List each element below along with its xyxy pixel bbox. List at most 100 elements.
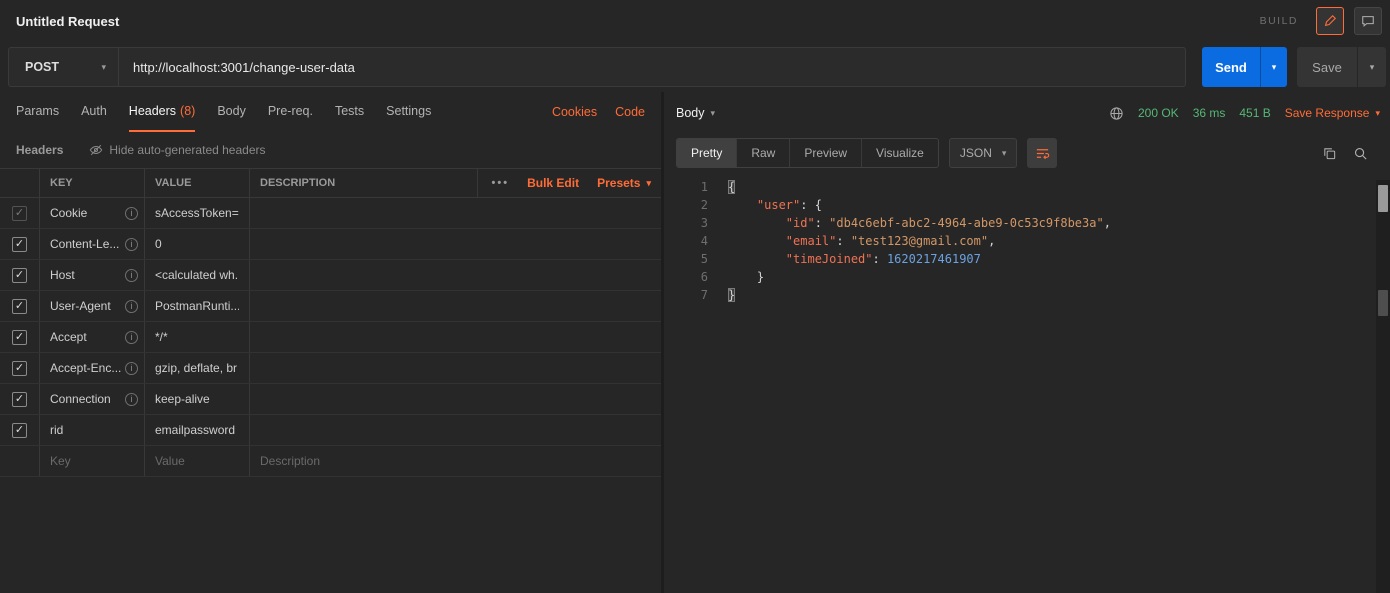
tab-visualize[interactable]: Visualize xyxy=(861,139,938,167)
comments-button[interactable] xyxy=(1354,7,1382,35)
headers-section-bar: Headers Hide auto-generated headers xyxy=(0,132,661,168)
value-cell[interactable]: <calculated wh... xyxy=(145,260,250,290)
presets-dropdown[interactable]: Presets xyxy=(597,176,651,190)
key-cell[interactable]: User-Agent i xyxy=(40,291,145,321)
tab-pretty[interactable]: Pretty xyxy=(677,139,736,167)
title-bar: Untitled Request BUILD xyxy=(0,0,1390,42)
key-cell[interactable]: rid xyxy=(40,415,145,445)
description-cell[interactable] xyxy=(250,260,661,290)
column-value: VALUE xyxy=(145,169,250,197)
save-response-dropdown[interactable]: Save Response xyxy=(1285,106,1380,120)
request-url-bar: POST Send Save xyxy=(0,42,1390,92)
key-cell[interactable]: Cookie i xyxy=(40,198,145,228)
format-dropdown[interactable]: JSON xyxy=(949,138,1018,168)
tab-preview[interactable]: Preview xyxy=(789,139,861,167)
send-button[interactable]: Send xyxy=(1202,47,1260,87)
value-cell[interactable]: 0 xyxy=(145,229,250,259)
key-cell[interactable]: Content-Le... i xyxy=(40,229,145,259)
tab-raw[interactable]: Raw xyxy=(736,139,789,167)
response-size: 451 B xyxy=(1239,106,1270,120)
key-cell[interactable]: Accept i xyxy=(40,322,145,352)
code-link[interactable]: Code xyxy=(615,105,645,119)
row-checkbox[interactable] xyxy=(12,206,27,221)
header-key: rid xyxy=(50,423,63,437)
row-checkbox[interactable] xyxy=(12,299,27,314)
tab-body[interactable]: Body xyxy=(217,92,246,132)
value-cell[interactable]: gzip, deflate, br xyxy=(145,353,250,383)
value-input[interactable]: Value xyxy=(145,446,250,476)
response-body-dropdown[interactable]: Body xyxy=(676,106,715,120)
line-number: 6 xyxy=(664,268,708,286)
description-cell[interactable] xyxy=(250,353,661,383)
description-cell[interactable] xyxy=(250,415,661,445)
wrap-lines-button[interactable] xyxy=(1027,138,1057,168)
tab-auth[interactable]: Auth xyxy=(81,92,107,132)
send-split-button: Send xyxy=(1202,47,1287,87)
scrollbar-marker[interactable] xyxy=(1378,290,1388,316)
more-options-icon[interactable]: ••• xyxy=(492,177,510,189)
value-cell[interactable]: */* xyxy=(145,322,250,352)
response-panel: Body 200 OK 36 ms 451 B Save Response xyxy=(664,92,1390,593)
key-cell[interactable]: Host i xyxy=(40,260,145,290)
method-select[interactable]: POST xyxy=(9,48,119,86)
copy-icon[interactable] xyxy=(1322,146,1337,161)
header-value: sAccessToken=... xyxy=(155,206,239,220)
description-cell[interactable] xyxy=(250,322,661,352)
value-cell[interactable]: keep-alive xyxy=(145,384,250,414)
response-body-editor[interactable]: 1 { 2 "user": { 3 "id": "db4c6ebf-abc2-4… xyxy=(664,172,1390,593)
code-line: 4 "email": "test123@gmail.com", xyxy=(664,232,1390,250)
description-cell[interactable] xyxy=(250,229,661,259)
row-checkbox[interactable] xyxy=(12,237,27,252)
row-checkbox[interactable] xyxy=(12,268,27,283)
bulk-edit-link[interactable]: Bulk Edit xyxy=(527,176,579,190)
header-value: PostmanRunti... xyxy=(155,299,239,313)
chevron-down-icon xyxy=(101,63,106,72)
save-button[interactable]: Save xyxy=(1297,47,1357,87)
vertical-scrollbar[interactable] xyxy=(1376,180,1390,593)
tab-headers[interactable]: Headers (8) xyxy=(129,92,196,132)
row-checkbox[interactable] xyxy=(12,361,27,376)
scrollbar-thumb[interactable] xyxy=(1378,185,1388,212)
search-icon[interactable] xyxy=(1353,146,1368,161)
tab-settings[interactable]: Settings xyxy=(386,92,431,132)
response-tools xyxy=(1322,146,1380,161)
code-token: } xyxy=(728,288,735,302)
status-badge: 200 OK xyxy=(1138,106,1179,120)
eye-off-icon xyxy=(89,143,103,157)
value-cell[interactable]: PostmanRunti... xyxy=(145,291,250,321)
description-cell[interactable] xyxy=(250,384,661,414)
value-cell[interactable]: emailpassword xyxy=(145,415,250,445)
description-cell[interactable] xyxy=(250,198,661,228)
view-mode-segment: Pretty Raw Preview Visualize xyxy=(676,138,939,168)
tab-params[interactable]: Params xyxy=(16,92,59,132)
response-view-bar: Pretty Raw Preview Visualize JSON xyxy=(664,134,1390,172)
info-icon: i xyxy=(125,362,138,375)
save-split-button: Save xyxy=(1297,47,1386,87)
send-options-button[interactable] xyxy=(1260,47,1287,87)
row-checkbox[interactable] xyxy=(12,392,27,407)
save-options-button[interactable] xyxy=(1357,47,1386,87)
description-cell[interactable] xyxy=(250,291,661,321)
code-line: 5 "timeJoined": 1620217461907 xyxy=(664,250,1390,268)
row-checkbox[interactable] xyxy=(12,330,27,345)
key-cell[interactable]: Connection i xyxy=(40,384,145,414)
url-input[interactable] xyxy=(119,48,1185,86)
key-input[interactable]: Key xyxy=(40,446,145,476)
info-icon: i xyxy=(125,207,138,220)
edit-button[interactable] xyxy=(1316,7,1344,35)
description-input[interactable]: Description xyxy=(250,446,661,476)
code-token: "id" xyxy=(786,216,815,230)
cookies-link[interactable]: Cookies xyxy=(552,105,597,119)
network-icon[interactable] xyxy=(1109,106,1124,121)
key-cell[interactable]: Accept-Enc... i xyxy=(40,353,145,383)
code-line: 1 { xyxy=(664,178,1390,196)
tab-pre-request[interactable]: Pre-req. xyxy=(268,92,313,132)
tab-tests[interactable]: Tests xyxy=(335,92,364,132)
value-cell[interactable]: sAccessToken=... xyxy=(145,198,250,228)
info-icon: i xyxy=(125,238,138,251)
hide-autogenerated-toggle[interactable]: Hide auto-generated headers xyxy=(89,143,265,157)
header-value: */* xyxy=(155,330,168,344)
header-key: Host xyxy=(50,268,75,282)
row-checkbox[interactable] xyxy=(12,423,27,438)
code-token: "test123@gmail.com" xyxy=(851,234,988,248)
